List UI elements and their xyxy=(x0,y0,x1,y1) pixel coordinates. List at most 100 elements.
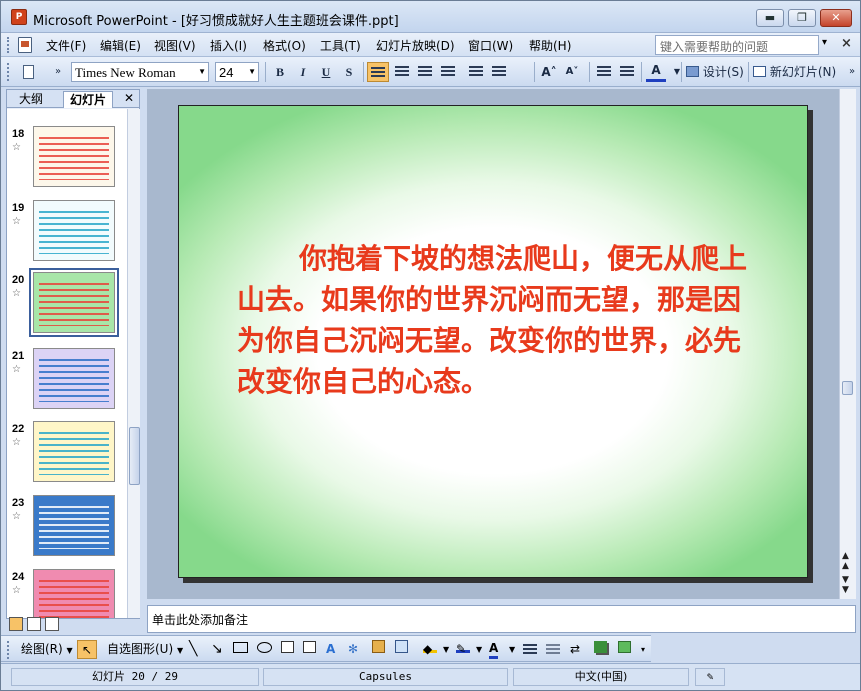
menu-tools[interactable]: 工具(T) xyxy=(320,37,361,54)
help-search-input[interactable]: 键入需要帮助的问题 xyxy=(655,35,819,55)
slide-thumbnail[interactable] xyxy=(33,348,115,409)
spelling-status-icon[interactable]: ✎ xyxy=(695,668,725,686)
tab-outline[interactable]: 大纲 xyxy=(13,91,49,108)
line-color-icon[interactable]: ✎ xyxy=(456,640,470,659)
menu-view[interactable]: 视图(V) xyxy=(154,37,196,54)
autoshapes-menu-button[interactable]: 自选图形(U) ▼ xyxy=(107,640,183,659)
tab-slides[interactable]: 幻灯片 xyxy=(63,91,114,108)
new-document-icon[interactable] xyxy=(18,62,38,82)
normal-view-icon[interactable] xyxy=(9,617,23,631)
menu-file[interactable]: 文件(F) xyxy=(46,37,86,54)
wordart-icon[interactable]: A xyxy=(326,640,335,659)
oval-icon[interactable] xyxy=(257,640,272,659)
rectangle-icon[interactable] xyxy=(233,640,248,659)
align-right-button[interactable] xyxy=(415,62,435,82)
insert-picture-icon[interactable] xyxy=(395,640,408,659)
slideshow-view-icon[interactable] xyxy=(45,617,59,631)
menu-format[interactable]: 格式(O) xyxy=(263,37,306,54)
align-center-button[interactable] xyxy=(392,62,412,82)
increase-font-button[interactable]: A˄ xyxy=(539,62,559,82)
chevron-down-icon[interactable]: ▼ xyxy=(476,640,482,659)
star-icon: ☆ xyxy=(12,511,21,522)
thumbnail-text-lines xyxy=(39,279,109,326)
menu-edit[interactable]: 编辑(E) xyxy=(100,37,141,54)
scroll-thumb[interactable] xyxy=(842,381,853,395)
slide-thumbnail[interactable] xyxy=(33,495,115,556)
shadow-style-icon[interactable] xyxy=(594,640,607,659)
next-slide-icon[interactable]: ▼ xyxy=(842,575,849,585)
toolbar-grip[interactable] xyxy=(7,63,11,81)
arrow-icon[interactable]: ↘ xyxy=(211,640,223,659)
slide-editor: 你抱着下坡的想法爬山，便无从爬上山去。如果你的世界沉闷而无望，那是因为你自己沉闷… xyxy=(147,89,839,599)
font-color-dropdown-icon[interactable]: ▼ xyxy=(667,62,687,82)
menu-help[interactable]: 帮助(H) xyxy=(529,37,571,54)
slide-thumbnail[interactable] xyxy=(33,200,115,261)
minimize-button[interactable]: ▬ xyxy=(756,9,784,27)
arrow-style-icon[interactable]: ⇄ xyxy=(570,640,580,659)
document-icon[interactable] xyxy=(18,37,32,53)
slide-thumbnail[interactable] xyxy=(33,569,115,618)
decrease-indent-button[interactable] xyxy=(594,62,614,82)
font-name-select[interactable]: Times New Roman ▼ xyxy=(71,62,209,82)
toolbar-options-icon[interactable]: » xyxy=(842,62,861,82)
help-dropdown-icon[interactable]: ▾ xyxy=(822,37,827,48)
select-objects-icon[interactable]: ↖ xyxy=(77,640,97,659)
dash-style-icon[interactable] xyxy=(546,640,560,659)
slide-sorter-view-icon[interactable] xyxy=(27,617,41,631)
bullets-button[interactable] xyxy=(489,62,509,82)
pane-close-icon[interactable]: ✕ xyxy=(124,91,134,105)
document-close-button[interactable]: × xyxy=(841,36,852,51)
fill-color-icon[interactable]: ◆ xyxy=(423,640,437,659)
slide-thumbnail[interactable] xyxy=(29,268,119,337)
slide-text-box[interactable]: 你抱着下坡的想法爬山，便无从爬上山去。如果你的世界沉闷而无望，那是因为你自己沉闷… xyxy=(237,238,747,402)
clip-art-icon[interactable] xyxy=(372,640,385,659)
new-slide-button[interactable]: 新幻灯片(N) xyxy=(753,62,841,82)
justify-button[interactable] xyxy=(438,62,458,82)
menu-window[interactable]: 窗口(W) xyxy=(468,37,513,54)
draw-menu-label: 绘图(R) xyxy=(21,642,63,656)
thumbnail-list: 18 ☆ 19 ☆ 20 ☆ 21 ☆ 22 ☆ 23 ☆ 24 ☆ xyxy=(7,109,127,618)
vertical-text-box-icon[interactable] xyxy=(303,640,316,659)
maximize-button[interactable]: ❐ xyxy=(788,9,816,27)
draw-menu-button[interactable]: 绘图(R) ▼ xyxy=(21,640,73,659)
underline-button[interactable]: U xyxy=(316,62,336,82)
next-slide-icon[interactable]: ▼ xyxy=(842,585,849,595)
close-button[interactable]: ✕ xyxy=(820,9,852,27)
font-color-button[interactable]: A xyxy=(646,62,666,82)
menu-insert[interactable]: 插入(I) xyxy=(210,37,247,54)
text-box-icon[interactable] xyxy=(281,640,294,659)
3d-style-icon[interactable] xyxy=(618,640,631,659)
notes-pane[interactable]: 单击此处添加备注 xyxy=(147,605,856,633)
toolbar-grip[interactable] xyxy=(7,641,11,659)
align-left-button[interactable] xyxy=(367,62,389,82)
decrease-font-button[interactable]: A˅ xyxy=(562,62,582,82)
font-color-icon[interactable]: A xyxy=(489,640,499,659)
toolbar-separator xyxy=(641,62,642,82)
current-slide[interactable]: 你抱着下坡的想法爬山，便无从爬上山去。如果你的世界沉闷而无望，那是因为你自己沉闷… xyxy=(178,105,808,578)
font-size-select[interactable]: 24 ▼ xyxy=(215,62,259,82)
line-icon[interactable]: ╲ xyxy=(189,640,197,659)
previous-slide-icon[interactable]: ▲ xyxy=(842,551,849,561)
powerpoint-app-icon[interactable]: P xyxy=(11,9,27,25)
diagram-icon[interactable]: ✻ xyxy=(348,640,358,659)
scroll-thumb[interactable] xyxy=(129,427,140,485)
slide-scrollbar[interactable]: ▲ ▲ ▼ ▼ xyxy=(839,89,856,599)
chevron-down-icon[interactable]: ▼ xyxy=(443,640,449,659)
design-button[interactable]: 设计(S) xyxy=(686,62,746,82)
toolbar-options-icon[interactable]: ▾ xyxy=(641,640,645,659)
increase-indent-button[interactable] xyxy=(617,62,637,82)
previous-slide-icon[interactable]: ▲ xyxy=(842,561,849,571)
line-style-icon[interactable] xyxy=(523,640,537,659)
slide-thumbnail[interactable] xyxy=(33,421,115,482)
menu-grip[interactable] xyxy=(7,37,11,53)
shadow-button[interactable]: S xyxy=(339,62,359,82)
chevron-down-icon[interactable]: ▼ xyxy=(509,640,515,659)
slide-thumbnail[interactable] xyxy=(33,126,115,187)
toolbar-options-icon[interactable]: » xyxy=(48,62,68,82)
numbering-button[interactable] xyxy=(466,62,486,82)
menu-slideshow[interactable]: 幻灯片放映(D) xyxy=(376,37,455,54)
italic-button[interactable]: I xyxy=(293,62,313,82)
bold-button[interactable]: B xyxy=(270,62,290,82)
thumbnail-scrollbar[interactable] xyxy=(127,109,140,618)
design-label: 设计(S) xyxy=(702,65,744,79)
